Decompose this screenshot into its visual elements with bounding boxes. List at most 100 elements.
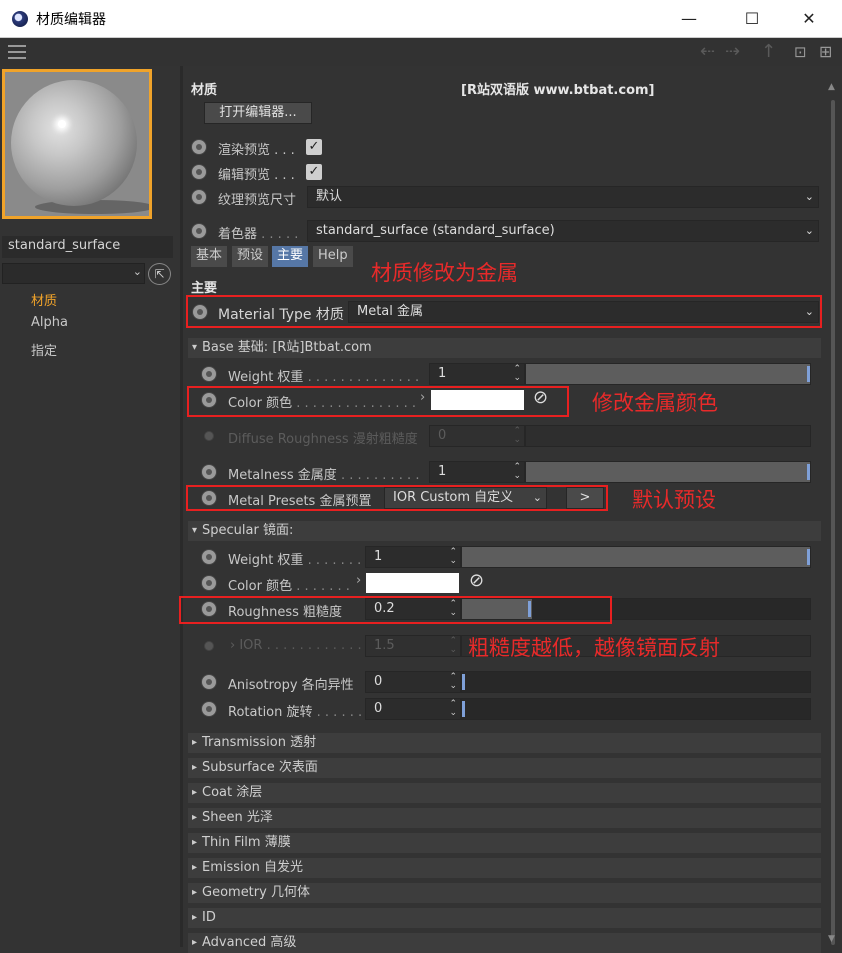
chevron-down-icon: ⌄ (804, 224, 814, 237)
watermark-text: [R站双语版 www.btbat.com] (461, 83, 655, 98)
ior-value: 1.5 (374, 638, 395, 653)
anim-radio-spec-color[interactable] (201, 575, 217, 591)
base-subtitle: [R站]Btbat.com (272, 340, 372, 355)
left-item-assign[interactable]: 指定 (31, 340, 57, 359)
up-arrow-icon[interactable]: ↑ (761, 41, 776, 63)
section-coat[interactable]: Coat 涂层 (188, 783, 821, 803)
anim-radio-edit-preview[interactable] (191, 164, 207, 180)
material-name-field[interactable]: standard_surface (2, 236, 173, 258)
title-bar: 材质编辑器 — ☐ ✕ (0, 0, 842, 38)
spec-weight-slider[interactable] (461, 546, 811, 568)
expand-arrow-icon[interactable]: › (356, 573, 361, 588)
section-transmission[interactable]: Transmission 透射 (188, 733, 821, 753)
anim-radio-texture-size[interactable] (191, 189, 207, 205)
anim-radio-shader[interactable] (191, 223, 207, 239)
slider-knob[interactable] (807, 464, 810, 480)
left-panel: standard_surface ⌄ ⇱ 材质 Alpha 指定 (0, 66, 180, 947)
stepper-icon[interactable]: ⌃ ⌄ (513, 365, 521, 383)
material-preview[interactable] (2, 69, 152, 219)
lock-icon[interactable]: ⊡ (794, 41, 807, 63)
maximize-button[interactable]: ☐ (729, 6, 775, 32)
scrollbar[interactable]: ▲ ▼ (828, 82, 836, 945)
forward-arrow-icon[interactable]: ⇢ (725, 41, 740, 63)
section-emission[interactable]: Emission 自发光 (188, 858, 821, 878)
slider-knob[interactable] (462, 701, 465, 717)
pick-cursor-icon[interactable]: ⇱ (148, 263, 171, 285)
section-specular[interactable]: Specular 镜面: (188, 521, 821, 541)
section-base[interactable]: Base 基础: [R站]Btbat.com (188, 338, 821, 358)
anisotropy-value: 0 (374, 674, 383, 689)
slider-knob[interactable] (462, 674, 465, 690)
shader-label: 着色器 . . . . . (218, 223, 298, 242)
section-advanced[interactable]: Advanced 高级 (188, 933, 821, 953)
metalness-input[interactable]: 1 ⌃ ⌄ (429, 461, 525, 483)
slider-knob[interactable] (807, 366, 810, 382)
tab-basic[interactable]: 基本 (191, 246, 228, 267)
rotation-input[interactable]: 0 ⌃ ⌄ (365, 698, 461, 720)
anim-radio-anisotropy[interactable] (201, 674, 217, 690)
spec-color-label-text: Color 颜色 (228, 579, 293, 594)
scrollbar-thumb[interactable] (831, 100, 835, 945)
anisotropy-slider[interactable] (461, 671, 811, 693)
new-window-icon[interactable]: ⊞ (819, 41, 832, 63)
diffuse-roughness-value: 0 (438, 428, 447, 443)
anisotropy-label: Anisotropy 各向异性 (228, 678, 354, 693)
stepper-icon[interactable]: ⌃ ⌄ (449, 548, 457, 566)
anisotropy-input[interactable]: 0 ⌃ ⌄ (365, 671, 461, 693)
back-arrow-icon[interactable]: ⇠ (700, 41, 715, 63)
slider-fill (526, 364, 810, 384)
base-weight-dots: . . . . . . . . . . . . . . (303, 370, 420, 385)
spec-weight-input[interactable]: 1 ⌃ ⌄ (365, 546, 461, 568)
scroll-down-icon[interactable]: ▼ (828, 934, 835, 944)
anim-radio-base-weight[interactable] (201, 366, 217, 382)
anim-radio-spec-weight[interactable] (201, 549, 217, 565)
stepper-icon[interactable]: ⌃ ⌄ (449, 700, 457, 718)
base-weight-slider[interactable] (525, 363, 811, 385)
slider-knob[interactable] (807, 549, 810, 565)
base-weight-input[interactable]: 1 ⌃ ⌄ (429, 363, 525, 385)
section-sheen[interactable]: Sheen 光泽 (188, 808, 821, 828)
diffuse-roughness-label: Diffuse Roughness 漫射粗糙度 (228, 432, 418, 447)
toolbar: ⇠ ⇢ ↑ ⊡ ⊞ (0, 38, 842, 66)
layer-select[interactable]: ⌄ (2, 263, 145, 284)
texture-size-select[interactable]: 默认 ⌄ (307, 186, 819, 208)
hamburger-menu-icon[interactable] (8, 45, 26, 59)
annotation-text-roughness: 粗糙度越低，越像镜面反射 (468, 636, 720, 660)
anim-radio-metalness[interactable] (201, 464, 217, 480)
spec-weight-dots: . . . . . . . (303, 553, 362, 568)
left-item-alpha[interactable]: Alpha (31, 315, 68, 330)
render-preview-checkbox[interactable]: ✓ (306, 139, 322, 155)
section-id[interactable]: ID (188, 908, 821, 928)
anim-radio-diffuse-roughness[interactable] (204, 431, 214, 441)
stepper-icon[interactable]: ⌃ ⌄ (513, 463, 521, 481)
expand-arrow-icon: › (230, 638, 240, 653)
stepper-icon[interactable]: ⌃ ⌄ (449, 673, 457, 691)
tab-help[interactable]: Help (313, 246, 353, 267)
section-thin-film[interactable]: Thin Film 薄膜 (188, 833, 821, 853)
tab-presets[interactable]: 预设 (232, 246, 269, 267)
anim-radio-ior[interactable] (204, 641, 214, 651)
anim-radio-rotation[interactable] (201, 701, 217, 717)
chevron-down-icon: ⌄ (804, 190, 814, 203)
spec-color-swatch[interactable] (366, 573, 459, 593)
shader-select[interactable]: standard_surface (standard_surface) ⌄ (307, 220, 819, 242)
texture-size-value: 默认 (316, 189, 343, 204)
open-editor-button[interactable]: 打开编辑器... (204, 102, 312, 124)
rotation-slider[interactable] (461, 698, 811, 720)
left-item-material[interactable]: 材质 (31, 290, 57, 309)
close-button[interactable]: ✕ (786, 6, 832, 32)
eyedropper-icon[interactable]: ⊘ (469, 570, 484, 591)
tab-main[interactable]: 主要 (272, 246, 309, 267)
stepper-icon: ⌃ ⌄ (449, 636, 457, 655)
scroll-up-icon[interactable]: ▲ (828, 82, 835, 92)
section-geometry[interactable]: Geometry 几何体 (188, 883, 821, 903)
main-heading: 主要 (191, 281, 218, 296)
annotation-box-material-type (186, 295, 822, 328)
edit-preview-checkbox[interactable]: ✓ (306, 164, 322, 180)
shader-value: standard_surface (standard_surface) (316, 223, 555, 238)
minimize-button[interactable]: — (666, 6, 712, 32)
ior-label-text: IOR (239, 638, 263, 653)
metalness-slider[interactable] (525, 461, 811, 483)
section-subsurface[interactable]: Subsurface 次表面 (188, 758, 821, 778)
anim-radio-render-preview[interactable] (191, 139, 207, 155)
